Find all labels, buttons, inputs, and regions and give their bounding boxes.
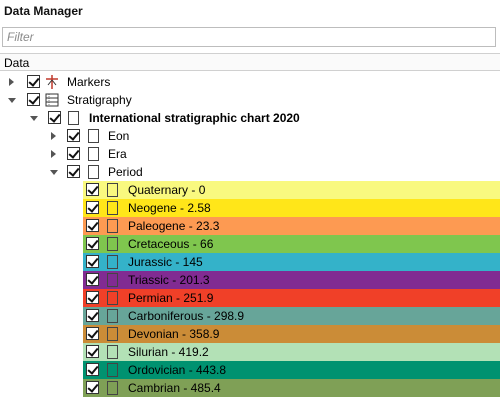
era-checkbox[interactable]	[67, 147, 80, 160]
period-entry-checkbox[interactable]	[86, 219, 99, 232]
period-color-swatch-icon	[107, 183, 118, 197]
period-label: Period	[108, 165, 143, 179]
era-label: Era	[108, 147, 127, 161]
tree-item-era[interactable]: Era	[0, 145, 500, 163]
period-color-swatch-icon	[107, 309, 118, 323]
chart-label: International stratigraphic chart 2020	[89, 111, 300, 125]
period-color-swatch-icon	[107, 381, 118, 395]
tree-item-period-entry[interactable]: Triassic - 201.3	[0, 271, 500, 289]
period-color-swatch-icon	[107, 237, 118, 251]
period-color-swatch-icon	[107, 345, 118, 359]
period-entry-checkbox[interactable]	[86, 273, 99, 286]
tree-item-period-entry[interactable]: Neogene - 2.58	[0, 199, 500, 217]
period-entry-label: Neogene - 2.58	[128, 201, 211, 215]
period-entry-label: Triassic - 201.3	[128, 273, 210, 287]
collapse-arrow-icon[interactable]	[30, 116, 38, 121]
period-entry-checkbox[interactable]	[86, 255, 99, 268]
stratigraphy-icon	[45, 93, 59, 107]
period-entry-checkbox[interactable]	[86, 363, 99, 376]
period-entry-label: Cretaceous - 66	[128, 237, 214, 251]
period-color-swatch-icon	[107, 273, 118, 287]
filter-input[interactable]	[2, 27, 496, 47]
tree-item-period-entry[interactable]: Cretaceous - 66	[0, 235, 500, 253]
markers-checkbox[interactable]	[27, 75, 40, 88]
expand-arrow-icon[interactable]	[9, 78, 14, 86]
period-entry-label: Ordovician - 443.8	[128, 363, 227, 377]
tree-item-stratigraphic-chart[interactable]: International stratigraphic chart 2020	[0, 109, 500, 127]
expand-arrow-icon[interactable]	[51, 132, 56, 140]
period-color-swatch-icon	[107, 201, 118, 215]
expand-arrow-icon[interactable]	[51, 150, 56, 158]
period-entry-checkbox[interactable]	[86, 309, 99, 322]
tree-item-eon[interactable]: Eon	[0, 127, 500, 145]
period-entry-label: Permian - 251.9	[128, 291, 214, 305]
period-entry-checkbox[interactable]	[86, 237, 99, 250]
era-symbol-icon	[88, 147, 99, 161]
period-color-swatch-icon	[107, 291, 118, 305]
period-entry-checkbox[interactable]	[86, 183, 99, 196]
tree-item-period[interactable]: Period	[0, 163, 500, 181]
period-color-swatch-icon	[107, 255, 118, 269]
period-color-swatch-icon	[107, 327, 118, 341]
data-column-header-label: Data	[4, 56, 30, 70]
tree-item-period-entry[interactable]: Silurian - 419.2	[0, 343, 500, 361]
tree-item-period-entry[interactable]: Devonian - 358.9	[0, 325, 500, 343]
period-color-swatch-icon	[107, 363, 118, 377]
period-entry-label: Silurian - 419.2	[128, 345, 209, 359]
period-entry-label: Devonian - 358.9	[128, 327, 220, 341]
tree-item-period-entry[interactable]: Permian - 251.9	[0, 289, 500, 307]
tree-item-period-entry[interactable]: Paleogene - 23.3	[0, 217, 500, 235]
period-entry-checkbox[interactable]	[86, 345, 99, 358]
tree-item-markers[interactable]: Markers	[0, 73, 500, 91]
tree-item-period-entry[interactable]: Carboniferous - 298.9	[0, 307, 500, 325]
data-column-header[interactable]: Data	[0, 53, 500, 71]
eon-checkbox[interactable]	[67, 129, 80, 142]
tree-item-period-entry[interactable]: Ordovician - 443.8	[0, 361, 500, 379]
chart-symbol-icon	[68, 111, 79, 125]
collapse-arrow-icon[interactable]	[8, 98, 16, 103]
markers-label: Markers	[67, 75, 111, 89]
tree-item-period-entry[interactable]: Jurassic - 145	[0, 253, 500, 271]
period-entry-checkbox[interactable]	[86, 201, 99, 214]
period-entry-label: Jurassic - 145	[128, 255, 203, 269]
period-entry-checkbox[interactable]	[86, 291, 99, 304]
period-checkbox[interactable]	[67, 165, 80, 178]
period-entry-label: Cambrian - 485.4	[128, 381, 221, 395]
panel-title: Data Manager	[4, 4, 83, 18]
markers-icon	[46, 75, 58, 89]
tree-item-stratigraphy[interactable]: Stratigraphy	[0, 91, 500, 109]
collapse-arrow-icon[interactable]	[50, 170, 58, 175]
period-color-swatch-icon	[107, 219, 118, 233]
stratigraphy-checkbox[interactable]	[27, 93, 40, 106]
eon-symbol-icon	[88, 129, 99, 143]
period-entry-label: Carboniferous - 298.9	[128, 309, 245, 323]
period-entry-checkbox[interactable]	[86, 381, 99, 394]
period-symbol-icon	[88, 165, 99, 179]
chart-checkbox[interactable]	[48, 111, 61, 124]
period-entry-label: Quaternary - 0	[128, 183, 206, 197]
eon-label: Eon	[108, 129, 130, 143]
period-entry-checkbox[interactable]	[86, 327, 99, 340]
tree-item-period-entry[interactable]: Cambrian - 485.4	[0, 379, 500, 397]
stratigraphy-label: Stratigraphy	[67, 93, 132, 107]
period-entry-label: Paleogene - 23.3	[128, 219, 220, 233]
tree-item-period-entry[interactable]: Quaternary - 0	[0, 181, 500, 199]
